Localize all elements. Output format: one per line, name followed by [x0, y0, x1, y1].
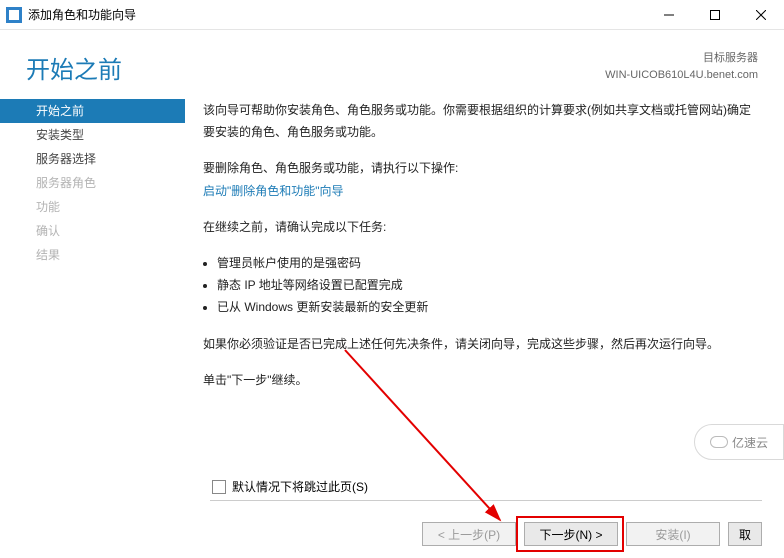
minimize-button[interactable] — [646, 0, 692, 30]
next-hint-text: 单击"下一步"继续。 — [203, 369, 758, 391]
dest-value: WIN-UICOB610L4U.benet.com — [605, 67, 758, 84]
cloud-icon — [710, 436, 728, 448]
watermark-text: 亿速云 — [732, 434, 768, 451]
watermark: 亿速云 — [694, 424, 784, 460]
cancel-button[interactable]: 取 — [728, 522, 762, 546]
maximize-button[interactable] — [692, 0, 738, 30]
sidebar-item-server-selection[interactable]: 服务器选择 — [0, 147, 185, 171]
next-button[interactable]: 下一步(N) > — [524, 522, 618, 546]
prereq-item: 已从 Windows 更新安装最新的安全更新 — [217, 296, 758, 318]
button-bar-separator — [210, 500, 762, 501]
skip-page-checkbox[interactable] — [212, 480, 226, 494]
wizard-button-bar: < 上一步(P) 下一步(N) > 安装(I) 取 — [422, 522, 762, 546]
destination-server: 目标服务器 WIN-UICOB610L4U.benet.com — [605, 50, 758, 83]
wizard-content: 该向导可帮助你安装角色、角色服务或功能。你需要根据组织的计算要求(例如共享文档或… — [185, 93, 784, 405]
prereq-item: 静态 IP 地址等网络设置已配置完成 — [217, 274, 758, 296]
dest-label: 目标服务器 — [605, 50, 758, 67]
app-icon — [6, 7, 22, 23]
install-button: 安装(I) — [626, 522, 720, 546]
page-title: 开始之前 — [26, 50, 605, 85]
sidebar-item-confirmation: 确认 — [0, 219, 185, 243]
sidebar-item-before-you-begin[interactable]: 开始之前 — [0, 99, 185, 123]
window-title: 添加角色和功能向导 — [28, 6, 136, 23]
skip-page-label: 默认情况下将跳过此页(S) — [232, 478, 368, 495]
before-continue-text: 在继续之前，请确认完成以下任务: — [203, 216, 758, 238]
previous-button: < 上一步(P) — [422, 522, 516, 546]
verify-text: 如果你必须验证是否已完成上述任何先决条件，请关闭向导，完成这些步骤，然后再次运行… — [203, 333, 758, 355]
header: 开始之前 目标服务器 WIN-UICOB610L4U.benet.com — [0, 30, 784, 93]
sidebar-item-results: 结果 — [0, 243, 185, 267]
sidebar-item-installation-type[interactable]: 安装类型 — [0, 123, 185, 147]
sidebar-item-features: 功能 — [0, 195, 185, 219]
close-button[interactable] — [738, 0, 784, 30]
intro-text: 该向导可帮助你安装角色、角色服务或功能。你需要根据组织的计算要求(例如共享文档或… — [203, 99, 758, 143]
skip-page-row: 默认情况下将跳过此页(S) — [212, 478, 368, 495]
wizard-sidebar: 开始之前 安装类型 服务器选择 服务器角色 功能 确认 结果 — [0, 93, 185, 405]
start-remove-wizard-link[interactable]: 启动"删除角色和功能"向导 — [203, 184, 344, 198]
prereq-item: 管理员帐户使用的是强密码 — [217, 252, 758, 274]
remove-label: 要删除角色、角色服务或功能，请执行以下操作: — [203, 157, 758, 179]
sidebar-item-server-roles: 服务器角色 — [0, 171, 185, 195]
prereq-list: 管理员帐户使用的是强密码 静态 IP 地址等网络设置已配置完成 已从 Windo… — [203, 252, 758, 319]
titlebar: 添加角色和功能向导 — [0, 0, 784, 30]
